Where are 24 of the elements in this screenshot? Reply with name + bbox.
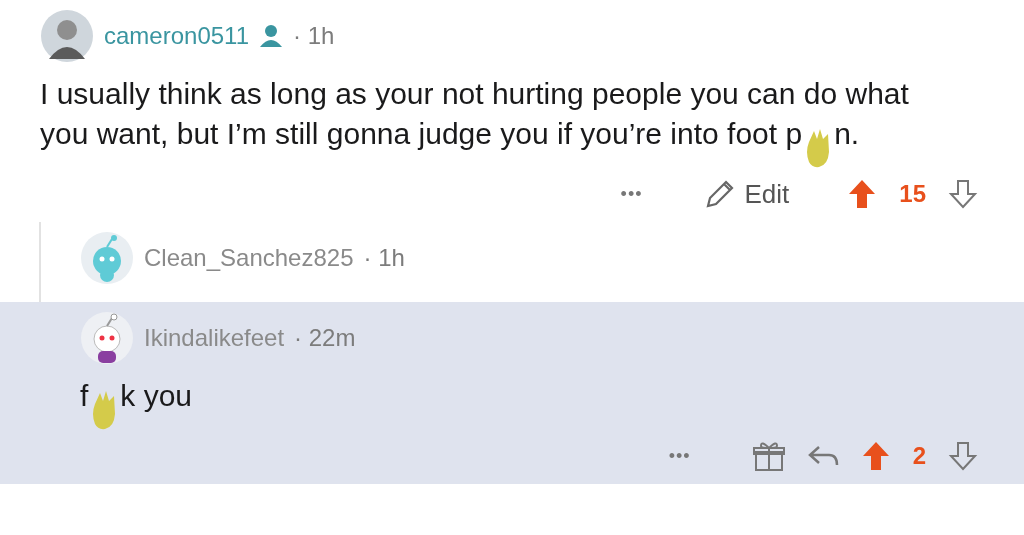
username[interactable]: Ikindalikefeet <box>144 320 285 356</box>
username[interactable]: cameron0511 <box>104 18 249 54</box>
vote-count: 2 <box>912 441 926 471</box>
avatar-icon <box>80 231 134 285</box>
gift-icon[interactable] <box>752 440 785 472</box>
more-options[interactable]: ••• <box>668 442 691 470</box>
censor-icon <box>805 128 832 169</box>
edit-button[interactable]: Edit <box>704 174 790 214</box>
vote-count: 15 <box>899 179 926 209</box>
avatar-icon <box>40 9 94 63</box>
censor-icon <box>91 390 118 431</box>
comment-age: · 1h <box>293 21 335 51</box>
upvote-icon[interactable] <box>847 178 878 210</box>
upvote-icon[interactable] <box>860 440 891 472</box>
more-options[interactable]: ••• <box>620 180 643 208</box>
username[interactable]: Clean_Sanchez825 <box>144 240 354 276</box>
downvote-icon[interactable] <box>948 178 978 210</box>
comment-age: · 1h <box>363 243 405 273</box>
comment-text: f k you <box>80 376 980 428</box>
person-icon <box>259 23 283 49</box>
avatar-icon <box>80 311 134 365</box>
comment-age: · 22m <box>294 323 356 353</box>
downvote-icon[interactable] <box>948 440 978 472</box>
comment-text: I usually think as long as your not hurting people you can do what you want, but I’m still gonna judge you if you’re into foot p n. <box>40 74 940 166</box>
